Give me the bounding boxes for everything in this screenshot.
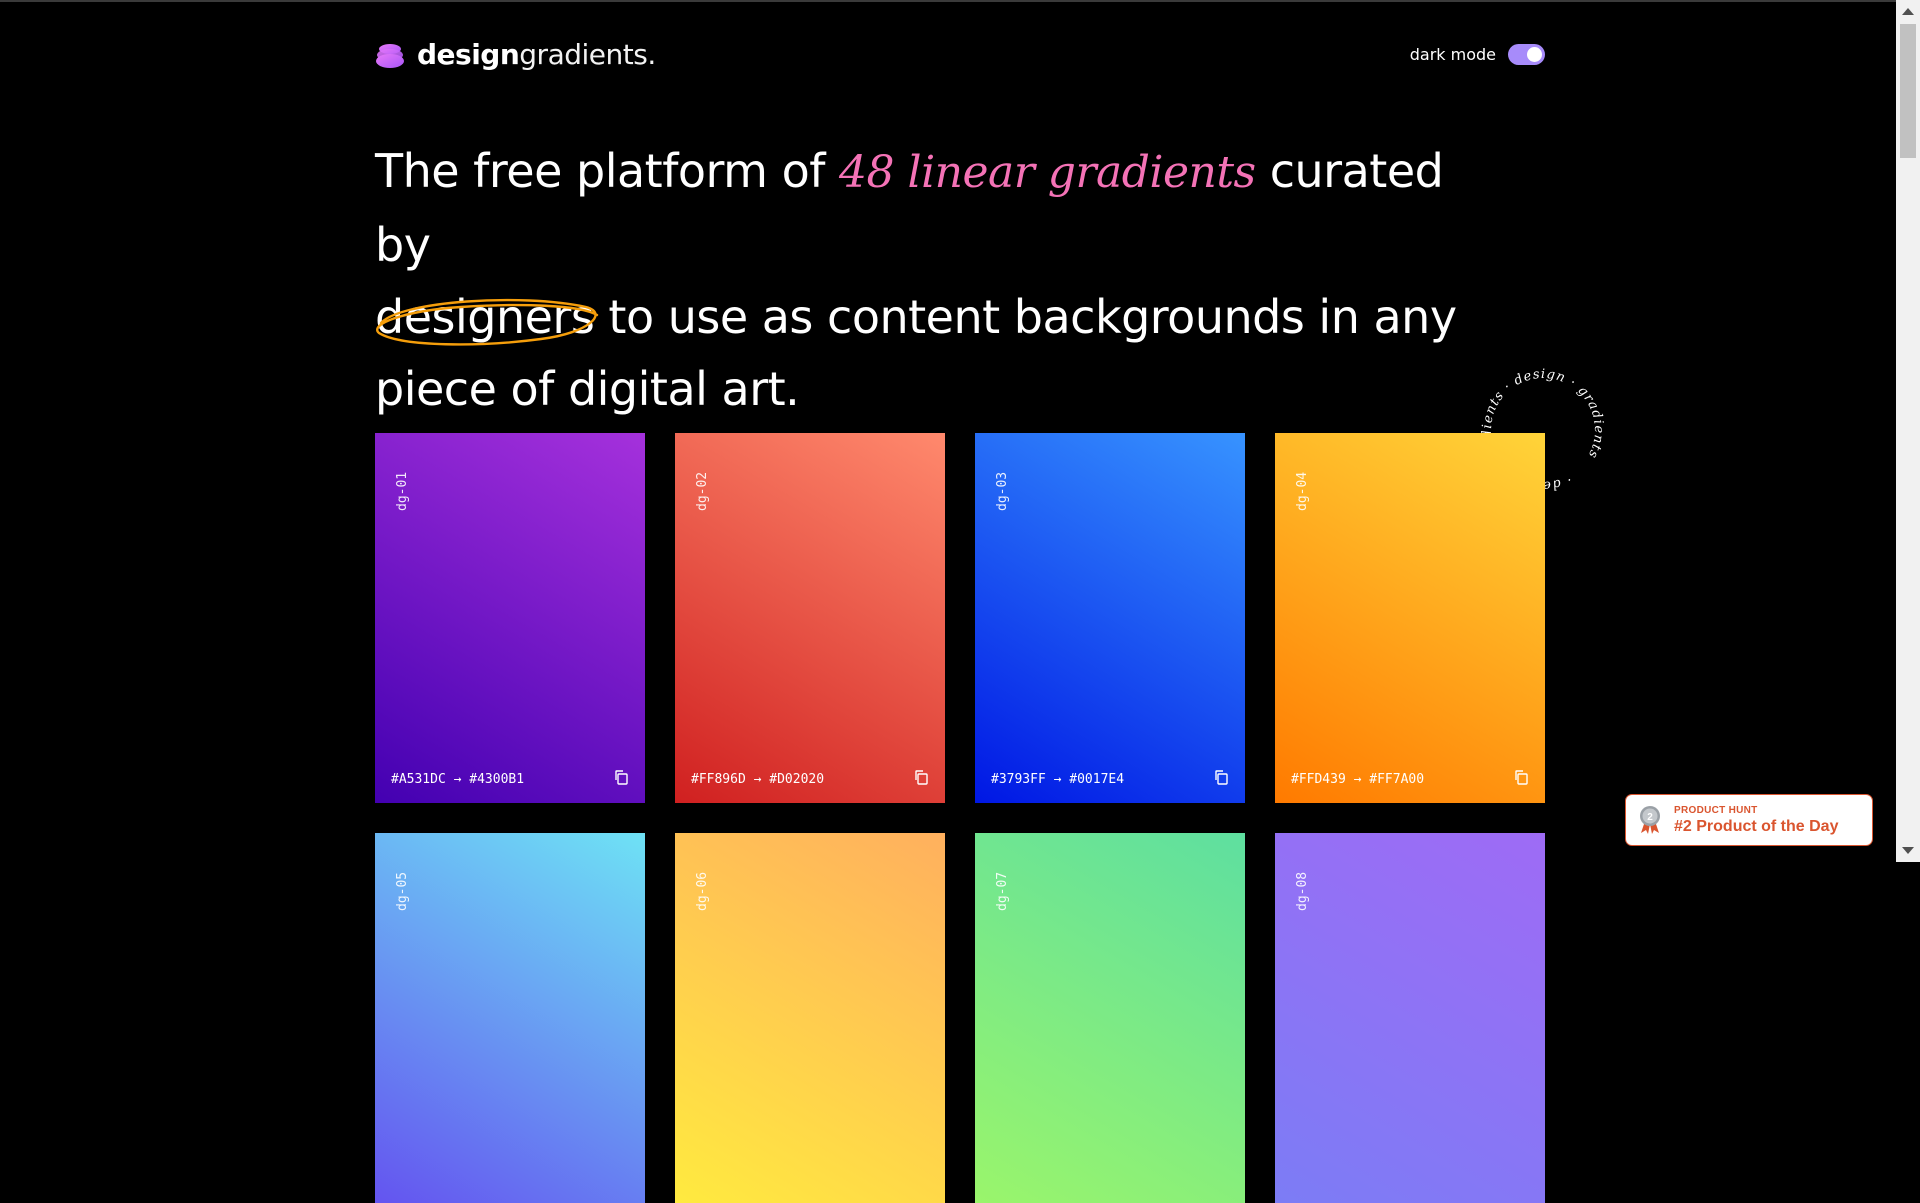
card-id: dg-05 xyxy=(395,871,410,911)
logo-text: designgradients. xyxy=(417,38,656,71)
copy-icon[interactable] xyxy=(1513,769,1529,785)
gradient-card[interactable]: dg-07 xyxy=(975,833,1245,1203)
gradient-card[interactable]: dg-04 #FFD439 → #FF7A00 xyxy=(1275,433,1545,803)
card-id: dg-07 xyxy=(995,871,1010,911)
product-hunt-label: PRODUCT HUNT xyxy=(1674,804,1758,816)
card-hex-codes: #3793FF → #0017E4 xyxy=(991,772,1125,787)
hero-circled-word: designers xyxy=(375,290,595,344)
hero-heading: The free platform of 48 linear gradients… xyxy=(375,135,1495,425)
product-hunt-badge[interactable]: 2 PRODUCT HUNT #2 Product of the Day xyxy=(1625,794,1873,846)
hero-circled-word-wrap: designers xyxy=(375,281,599,353)
copy-icon[interactable] xyxy=(1213,769,1229,785)
gradient-card[interactable]: dg-06 xyxy=(675,833,945,1203)
product-hunt-title: #2 Product of the Day xyxy=(1674,817,1839,835)
hero-accent: 48 linear gradients xyxy=(839,147,1256,198)
card-id: dg-02 xyxy=(695,471,710,511)
dark-mode-label: dark mode xyxy=(1409,45,1496,64)
dark-mode-switch[interactable]: dark mode xyxy=(1410,44,1545,65)
logo[interactable]: designgradients. xyxy=(375,38,656,71)
card-id: dg-06 xyxy=(695,871,710,911)
gradient-card[interactable]: dg-03 #3793FF → #0017E4 xyxy=(975,433,1245,803)
card-id: dg-08 xyxy=(1295,871,1310,911)
toggle-knob xyxy=(1527,47,1542,62)
gradient-card[interactable]: dg-08 xyxy=(1275,833,1545,1203)
card-id: dg-01 xyxy=(395,471,410,511)
scroll-up-arrow[interactable] xyxy=(1902,8,1914,15)
logo-text-bold: design xyxy=(417,38,520,71)
gradient-card[interactable]: dg-05 xyxy=(375,833,645,1203)
dark-mode-toggle[interactable] xyxy=(1508,44,1545,65)
scroll-thumb[interactable] xyxy=(1900,24,1916,158)
scroll-down-arrow[interactable] xyxy=(1902,847,1914,854)
product-hunt-text: PRODUCT HUNT #2 Product of the Day xyxy=(1674,805,1838,836)
card-hex-codes: #FF896D → #D02020 xyxy=(691,772,825,787)
gradient-card[interactable]: dg-02 #FF896D → #D02020 xyxy=(675,433,945,803)
medal-rank: 2 xyxy=(1647,812,1653,823)
gradient-card[interactable]: dg-01 #A531DC → #4300B1 xyxy=(375,433,645,803)
card-hex-codes: #A531DC → #4300B1 xyxy=(391,772,525,787)
page: designgradients. dark mode The free plat… xyxy=(0,0,1896,1203)
medal-icon: 2 xyxy=(1640,806,1660,834)
copy-icon[interactable] xyxy=(613,769,629,785)
logo-icon xyxy=(376,43,404,68)
logo-text-light: gradients. xyxy=(519,38,656,71)
card-id: dg-04 xyxy=(1295,471,1310,511)
hero-text-1: The free platform of xyxy=(375,144,840,198)
scrollbar[interactable] xyxy=(1896,0,1920,862)
card-hex-codes: #FFD439 → #FF7A00 xyxy=(1291,772,1425,787)
card-id: dg-03 xyxy=(995,471,1010,511)
copy-icon[interactable] xyxy=(913,769,929,785)
